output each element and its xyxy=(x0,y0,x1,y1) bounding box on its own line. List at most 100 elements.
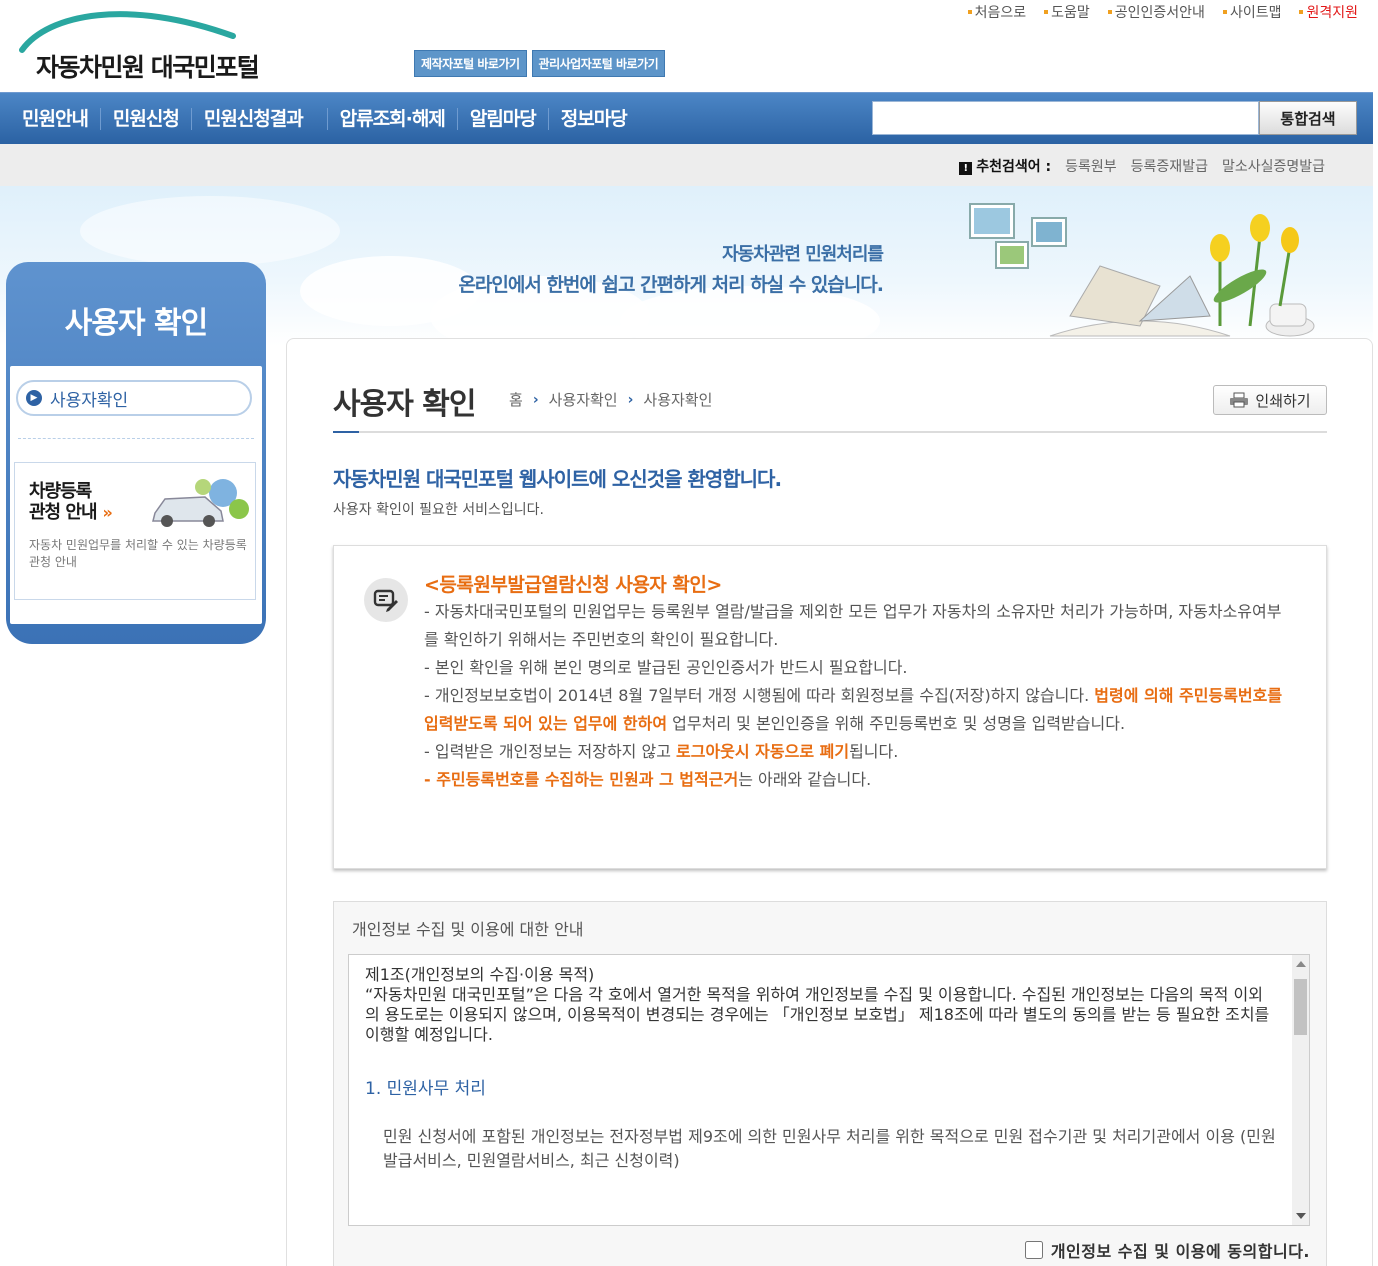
exclamation-icon: ! xyxy=(959,162,973,175)
article-title: 제1조(개인정보의 수집·이용 목적) xyxy=(365,965,595,984)
card-title-line-2-wrap: 관청 안내» xyxy=(29,502,113,523)
title-underline-accent xyxy=(333,431,359,433)
privacy-terms-box[interactable]: 제1조(개인정보의 수집·이용 목적) “자동차민원 대국민포털”은 다음 각 … xyxy=(348,954,1310,1226)
notice-paragraph: - 개인정보보호법이 2014년 8월 7일부터 개정 시행됨에 따라 회원정보… xyxy=(424,682,1294,738)
gnb-item-result[interactable]: 민원신청결과 xyxy=(192,108,328,130)
arrow-right-icon: ▶ xyxy=(26,390,42,406)
main-content: 사용자 확인 홈 › 사용자확인 › 사용자확인 인쇄하기 자동차민원 대국민포… xyxy=(286,338,1373,1266)
util-link-help[interactable]: 도움말 xyxy=(1044,2,1090,22)
lnb-item-label: 사용자확인 xyxy=(50,390,129,411)
recommend-keyword[interactable]: 등록증재발급 xyxy=(1131,156,1208,176)
notice-highlight: 로그아웃시 자동으로 폐기 xyxy=(676,742,850,761)
agree-checkbox[interactable] xyxy=(1024,1241,1043,1259)
recommend-label: 추천검색어 : xyxy=(976,159,1052,175)
breadcrumb-current: 사용자확인 xyxy=(643,391,713,409)
util-link-label: 원격지원 xyxy=(1306,5,1358,21)
bullet-icon xyxy=(1107,10,1112,14)
welcome-heading: 자동차민원 대국민포털 웹사이트에 오신것을 환영합니다. xyxy=(333,467,782,491)
car-gear-icon xyxy=(152,479,249,527)
recommend-keyword[interactable]: 말소사실증명발급 xyxy=(1222,156,1325,176)
breadcrumb-item[interactable]: 사용자확인 xyxy=(549,389,618,410)
article-body: “자동차민원 대국민포털”은 다음 각 호에서 열거한 목적을 위하여 개인정보… xyxy=(365,985,1270,1044)
scroll-down-icon[interactable] xyxy=(1296,1213,1306,1219)
card-description: 자동차 민원업무를 처리할 수 있는 차량등록관청 안내 xyxy=(29,538,247,569)
print-label: 인쇄하기 xyxy=(1255,391,1311,410)
notice-text: 는 아래와 같습니다. xyxy=(738,770,872,789)
util-link-sitemap[interactable]: 사이트맵 xyxy=(1222,2,1282,22)
logo-text: 자동차민원 대국민포털 xyxy=(36,53,260,82)
privacy-heading: 개인정보 수집 및 이용에 대한 안내 xyxy=(352,920,584,939)
site-logo[interactable]: 자동차민원 대국민포털 xyxy=(18,4,298,82)
util-link-remote-support[interactable]: 원격지원 xyxy=(1299,2,1358,22)
lnb-title: 사용자 확인 xyxy=(64,306,208,341)
vertical-scrollbar[interactable] xyxy=(1292,955,1309,1225)
memo-pencil-icon xyxy=(364,578,408,622)
banner-slogan: 자동차관련 민원처리를 온라인에서 한번에 쉽고 간편하게 처리 하실 수 있습… xyxy=(458,240,884,297)
privacy-terms-content: 제1조(개인정보의 수집·이용 목적) “자동차민원 대국민포털”은 다음 각 … xyxy=(349,955,1293,1225)
gnb-item-seizure[interactable]: 압류조회·해제 xyxy=(328,108,458,130)
title-underline xyxy=(333,431,1327,433)
main-navigation: 민원안내 민원신청 민원신청결과 압류조회·해제 알림마당 정보마당 통합검색 xyxy=(0,92,1373,144)
search-button[interactable]: 통합검색 xyxy=(1259,101,1357,135)
notice-paragraph: - 자동차대국민포털의 민원업무는 등록원부 열람/발급을 제외한 모든 업무가… xyxy=(424,602,1282,649)
welcome-subtext: 사용자 확인이 필요한 서비스입니다. xyxy=(333,502,544,518)
divider xyxy=(18,438,254,439)
util-link-certificate[interactable]: 공인인증서안내 xyxy=(1107,2,1205,22)
gnb-item-info[interactable]: 정보마당 xyxy=(549,108,639,130)
gnb-item-notice[interactable]: 알림마당 xyxy=(458,108,549,130)
registration-office-card[interactable]: 차량등록 관청 안내» 자동차 민원업무를 처리할 수 있는 차량등록관청 안내 xyxy=(14,462,256,600)
portal-buttons: 제작자포털 바로가기 관리사업자포털 바로가기 xyxy=(414,50,666,77)
util-link-label: 도움말 xyxy=(1051,5,1090,21)
breadcrumb: 홈 › 사용자확인 › 사용자확인 xyxy=(509,389,712,410)
section-title: 1. 민원사무 처리 xyxy=(365,1079,486,1099)
page-title: 사용자 확인 xyxy=(333,387,476,422)
notice-paragraph: - 주민등록번호를 수집하는 민원과 그 법적근거는 아래와 같습니다. xyxy=(424,766,1294,794)
notice-highlight: - 주민등록번호를 수집하는 민원과 그 법적근거 xyxy=(424,770,739,789)
gnb-menu: 민원안내 민원신청 민원신청결과 압류조회·해제 알림마당 정보마당 xyxy=(10,93,639,145)
lnb-panel: ▶ 사용자확인 차량등록 관청 안내» 자동차 민원업무를 처리할 수 있는 차… xyxy=(10,366,262,624)
left-navigation: 사용자 확인 ▶ 사용자확인 차량등록 관청 안내» 자동차 민원업무를 처리할… xyxy=(6,262,266,644)
double-arrow-icon: » xyxy=(102,503,113,522)
bullet-icon xyxy=(967,10,972,14)
chevron-right-icon: › xyxy=(627,391,634,408)
notice-body: <등록원부발급열람신청 사용자 확인> - 자동차대국민포털의 민원업무는 등록… xyxy=(424,572,1294,794)
business-portal-button[interactable]: 관리사업자포털 바로가기 xyxy=(531,50,666,77)
scroll-up-icon[interactable] xyxy=(1296,961,1306,967)
gnb-item-guide[interactable]: 민원안내 xyxy=(10,108,101,130)
notice-title: <등록원부발급열람신청 사용자 확인> xyxy=(424,574,722,596)
banner-line-2: 온라인에서 한번에 쉽고 간편하게 처리 하실 수 있습니다. xyxy=(458,274,884,296)
lnb-item-user-check[interactable]: ▶ 사용자확인 xyxy=(16,380,252,416)
card-title: 차량등록 관청 안내» xyxy=(29,481,113,523)
util-link-home[interactable]: 처음으로 xyxy=(967,2,1026,22)
manufacturer-portal-button[interactable]: 제작자포털 바로가기 xyxy=(414,50,527,77)
utility-links: 처음으로 도움말 공인인증서안내 사이트맵 원격지원 xyxy=(967,2,1358,22)
section-body: 민원 신청서에 포함된 개인정보는 전자정부법 제9조에 의한 민원사무 처리를… xyxy=(383,1127,1276,1170)
chevron-right-icon: › xyxy=(532,391,539,408)
notice-paragraph: - 본인 확인을 위해 본인 명의로 발급된 공인인증서가 반드시 필요합니다. xyxy=(424,658,908,677)
bullet-icon xyxy=(1222,10,1227,14)
recommend-keyword[interactable]: 등록원부 xyxy=(1065,156,1117,176)
banner-line-1: 자동차관련 민원처리를 xyxy=(722,244,884,265)
util-link-label: 공인인증서안내 xyxy=(1114,5,1205,21)
breadcrumb-home[interactable]: 홈 xyxy=(509,389,523,410)
card-title-line-1: 차량등록 xyxy=(29,481,92,502)
recommend-label-wrap: ! 추천검색어 : xyxy=(959,156,1051,176)
search-input[interactable] xyxy=(872,101,1259,135)
notice-text: - 개인정보보호법이 2014년 8월 7일부터 개정 시행됨에 따라 회원정보… xyxy=(424,686,1095,705)
util-link-label: 사이트맵 xyxy=(1229,5,1282,21)
bullet-icon xyxy=(1044,10,1049,14)
book-flowers-illustration xyxy=(969,203,1315,337)
logo-car-arc xyxy=(19,11,236,53)
bullet-icon xyxy=(1299,10,1304,14)
notice-paragraph: - 입력받은 개인정보는 저장하지 않고 로그아웃시 자동으로 폐기됩니다. xyxy=(424,738,1294,766)
printer-icon xyxy=(1230,392,1249,408)
privacy-section: 개인정보 수집 및 이용에 대한 안내 제1조(개인정보의 수집·이용 목적) … xyxy=(333,901,1327,1266)
recommend-bar: ! 추천검색어 : 등록원부 등록증재발급 말소사실증명발급 xyxy=(0,144,1373,186)
agree-label: 개인정보 수집 및 이용에 동의합니다. xyxy=(1050,1242,1310,1261)
agree-checkbox-row[interactable]: 개인정보 수집 및 이용에 동의합니다. xyxy=(1024,1238,1310,1262)
scrollbar-thumb[interactable] xyxy=(1294,979,1307,1035)
print-button[interactable]: 인쇄하기 xyxy=(1213,385,1327,415)
recommend-keywords: ! 추천검색어 : 등록원부 등록증재발급 말소사실증명발급 xyxy=(959,156,1325,176)
gnb-item-apply[interactable]: 민원신청 xyxy=(101,108,192,130)
notice-text: 업무처리 및 본인인증을 위해 주민등록번호 및 성명을 입력받습니다. xyxy=(667,714,1126,733)
